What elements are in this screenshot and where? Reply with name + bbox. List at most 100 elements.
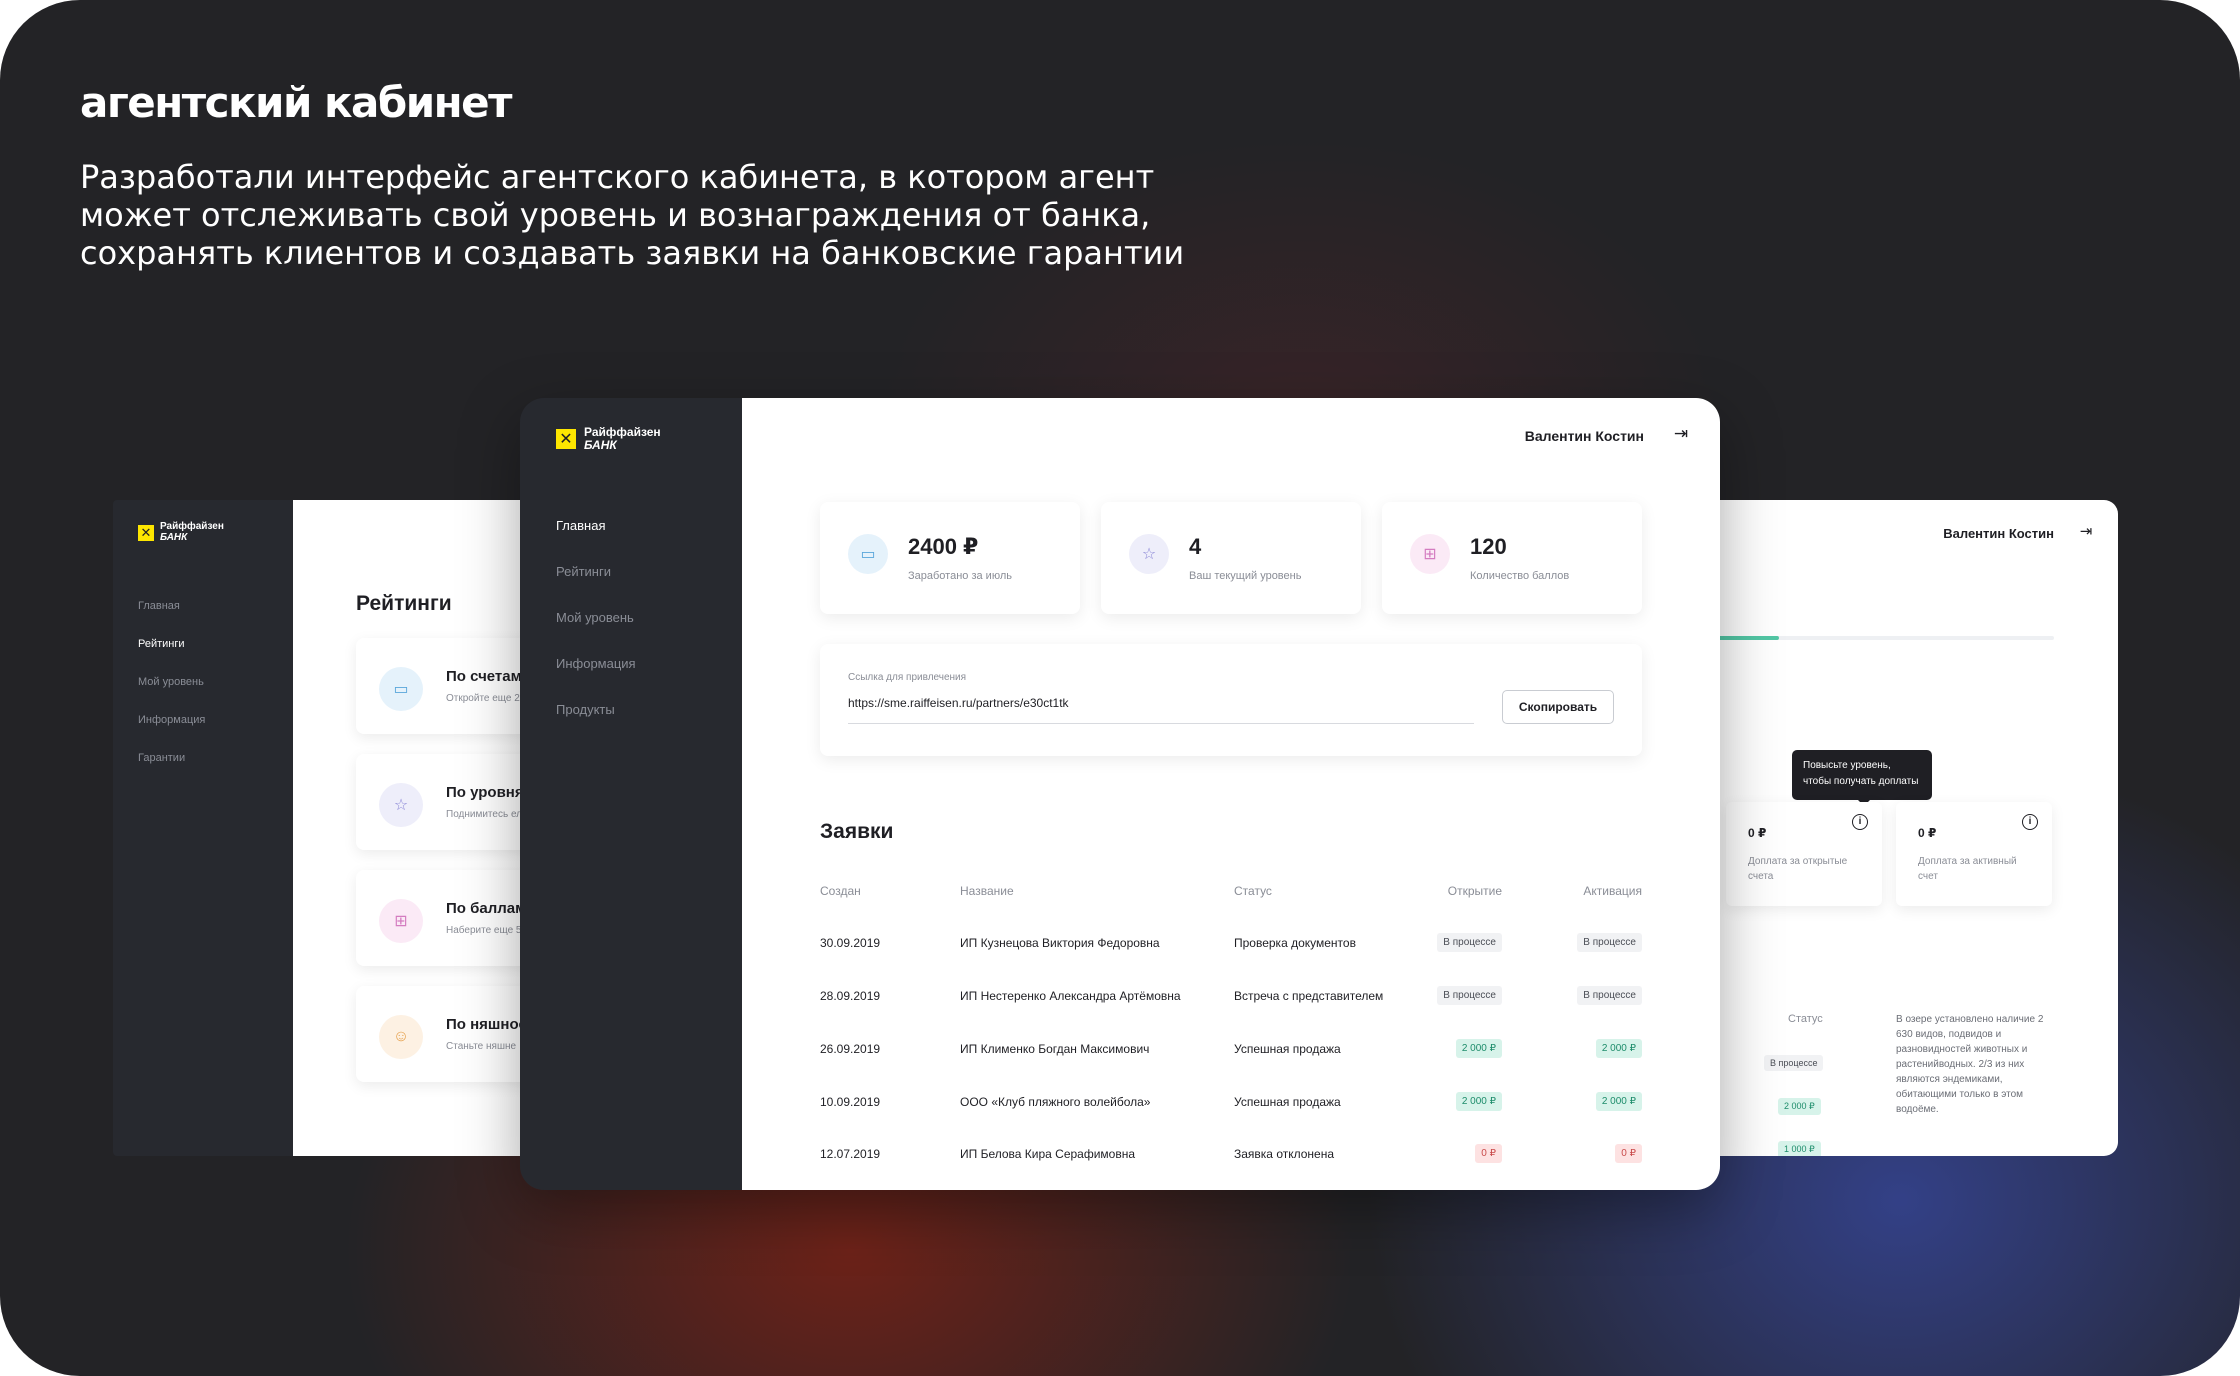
ratings-window: ✕ Райффайзен БАНК Главная Рейтинги Мой у… [113,500,553,1156]
row-name: ИП Нестеренко Александра Артёмовна [960,989,1181,1003]
bonus-label: Доплата за открытые счета [1748,856,1848,882]
tooltip: Повысьте уровень, чтобы получать доплаты [1792,750,1932,806]
bonus-amount: 0 ₽ [1918,826,1937,840]
sidebar-item-ratings[interactable]: Рейтинги [138,638,185,650]
row-date: 26.09.2019 [820,1042,881,1056]
referral-link-card: Ссылка для привлечения https://sme.raiff… [820,644,1642,756]
sidebar-item-guarantees[interactable]: Гарантии [138,752,185,764]
opening-badge: 2 000 ₽ [1455,1092,1502,1111]
level-progress-bar [1710,636,2054,640]
bonus-card-opened-accounts: 0 ₽ Доплата за открытые счета i [1726,802,1882,906]
page-title: Рейтинги [356,592,452,615]
logo-bank: БАНК [160,531,188,543]
sidebar-item-my-level[interactable]: Мой уровень [556,610,634,625]
gift-icon: ⊞ [379,899,423,943]
table-row[interactable]: 10.09.2019 ООО «Клуб пляжного волейбола»… [820,1092,1642,1115]
info-icon[interactable]: i [1852,814,1868,830]
logo-name: Райффайзен [160,521,224,532]
presentation-background: агентский кабинет Разработали интерфейс … [0,0,2240,1376]
slide-description: Разработали интерфейс агентского кабинет… [80,158,1185,272]
rating-card-title: По баллам [446,900,527,917]
opening-badge: 0 ₽ [1475,1144,1502,1163]
bonus-amount: 0 ₽ [1748,826,1767,840]
user-name[interactable]: Валентин Костин [1525,428,1644,444]
referral-url-field[interactable]: https://sme.raiffeisen.ru/partners/e30ct… [848,696,1474,724]
stat-value: 120 [1470,534,1507,559]
logout-icon[interactable]: ⇥ [2076,522,2096,542]
referral-label: Ссылка для привлечения [848,672,967,683]
rating-card-title: По счетам [446,668,522,685]
row-date: 12.07.2019 [820,1147,881,1161]
column-header-status[interactable]: Статус [1234,884,1272,898]
level-window: Валентин Костин ⇥ Повысьте уровень, чтоб… [1710,500,2118,1156]
star-icon: ☆ [1129,534,1169,574]
table-row[interactable]: 26.09.2019 ИП Клименко Богдан Максимович… [820,1039,1642,1062]
activation-badge: 2 000 ₽ [1595,1092,1642,1111]
opening-badge: 2 000 ₽ [1455,1039,1502,1058]
bonus-card-active-account: 0 ₽ Доплата за активный счет i [1896,802,2052,906]
row-name: ИП Белова Кира Серафимовна [960,1147,1136,1161]
rating-card-subtitle: Откройте еще 2 [446,693,520,704]
stat-value: 4 [1189,534,1202,559]
stat-card-earned: ▭ 2400 ₽ Заработано за июль [820,502,1080,614]
logo-bank: БАНК [584,437,617,452]
bank-logo[interactable]: ✕ Райффайзен БАНК [556,426,661,451]
sidebar-item-products[interactable]: Продукты [556,702,615,717]
stat-caption: Ваш текущий уровень [1189,570,1302,582]
sidebar-item-information[interactable]: Информация [138,714,205,726]
logo-name: Райффайзен [584,425,661,439]
opening-badge: В процессе [1437,986,1502,1005]
star-icon: ☆ [379,783,423,827]
stat-card-points: ⊞ 120 Количество баллов [1382,502,1642,614]
table-row[interactable]: 30.09.2019 ИП Кузнецова Виктория Федоров… [820,933,1642,956]
table-header: Создан Название Статус Открытие Активаци… [820,884,1642,904]
card-icon: ▭ [848,534,888,574]
column-header-created[interactable]: Создан [820,884,861,898]
stat-caption: Заработано за июль [908,570,1012,582]
row-status: Успешная продажа [1234,1095,1341,1109]
sidebar: ✕ Райффайзен БАНК Главная Рейтинги Мой у… [113,500,293,1156]
table-row[interactable]: 12.07.2019 ИП Белова Кира Серафимовна За… [820,1144,1642,1167]
status-badge: В процессе [1764,1055,1824,1071]
row-status: Проверка документов [1234,936,1356,950]
info-icon[interactable]: i [2022,814,2038,830]
copy-button[interactable]: Скопировать [1502,690,1614,724]
row-name: ИП Клименко Богдан Максимович [960,1042,1150,1056]
sidebar-item-home[interactable]: Главная [138,600,180,612]
row-date: 28.09.2019 [820,989,881,1003]
row-name: ИП Кузнецова Виктория Федоровна [960,936,1160,950]
card-icon: ▭ [379,667,423,711]
sidebar-item-ratings[interactable]: Рейтинги [556,564,611,579]
sidebar-item-information[interactable]: Информация [556,656,636,671]
info-note: В озере установлено наличие 2 630 видов,… [1896,1014,2044,1115]
table-row[interactable]: 28.09.2019 ИП Нестеренко Александра Артё… [820,986,1642,1009]
sidebar: ✕ Райффайзен БАНК Главная Рейтинги Мой у… [520,398,742,1190]
stat-value: 2400 ₽ [908,534,979,559]
dashboard-content: Валентин Костин ⇥ ▭ 2400 ₽ Заработано за… [742,398,1720,1190]
stat-card-level: ☆ 4 Ваш текущий уровень [1101,502,1361,614]
status-badge: 1 000 ₽ [1778,1141,1821,1156]
rating-card-subtitle: Наберите еще 5 [446,925,522,936]
slide-headline: агентский кабинет [80,78,512,127]
row-status: Встреча с представителем [1234,989,1384,1003]
bank-logo[interactable]: ✕ Райффайзен БАНК [138,521,224,543]
status-badge: 2 000 ₽ [1778,1098,1821,1115]
sidebar-item-home[interactable]: Главная [556,518,605,533]
activation-badge: В процессе [1577,986,1642,1005]
rating-card-subtitle: Станьте няшне [446,1041,517,1052]
row-status: Заявка отклонена [1234,1147,1335,1161]
sidebar-item-my-level[interactable]: Мой уровень [138,676,204,688]
row-name: ООО «Клуб пляжного волейбола» [960,1095,1151,1109]
gift-icon: ⊞ [1410,534,1450,574]
level-progress-fill [1710,636,1779,640]
row-date: 10.09.2019 [820,1095,881,1109]
user-name[interactable]: Валентин Костин [1943,526,2054,541]
column-header-opening[interactable]: Открытие [1448,884,1502,898]
raiffeisen-logo-icon: ✕ [138,524,154,541]
rating-card-subtitle: Поднимитесь ел [446,809,523,820]
row-status: Успешная продажа [1234,1042,1341,1056]
column-header-activation[interactable]: Активация [1583,884,1642,898]
column-header-name[interactable]: Название [960,884,1014,898]
logout-icon[interactable]: ⇥ [1670,424,1692,446]
stat-caption: Количество баллов [1470,570,1570,582]
